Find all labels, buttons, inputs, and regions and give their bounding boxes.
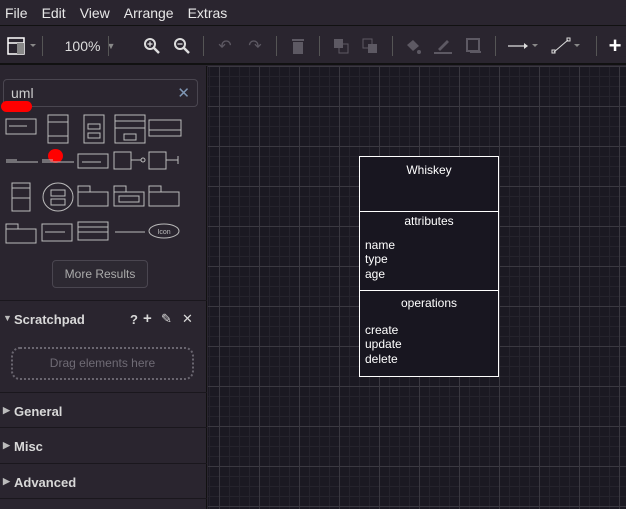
shadow-icon [466, 38, 481, 53]
svg-text:Icon: Icon [157, 229, 170, 236]
shape-thumbnail[interactable] [77, 114, 111, 144]
shape-thumbnail[interactable] [113, 182, 147, 212]
delete-button[interactable] [286, 27, 310, 65]
zoom-out-button[interactable] [170, 27, 194, 65]
attribute-item: name [365, 238, 396, 252]
line-color-button[interactable] [431, 27, 455, 65]
attributes-section[interactable]: attributes name type age [360, 211, 498, 291]
shape-thumbnail[interactable] [113, 148, 147, 178]
diagram-canvas[interactable]: Whiskey attributes name type age operati… [208, 66, 626, 509]
zoom-in-icon [144, 38, 160, 54]
panel-label: Misc [14, 439, 43, 454]
expand-icon: ▶ [3, 476, 10, 486]
add-icon[interactable]: + [143, 310, 152, 327]
menu-extras[interactable]: Extras [188, 5, 228, 21]
operations-title: operations [400, 296, 458, 310]
shape-thumbnail[interactable] [148, 114, 182, 144]
line-color-icon [434, 40, 452, 54]
zoom-select[interactable]: 100% ▼ [60, 27, 120, 65]
red-annotation-mark [1, 101, 32, 112]
to-back-button[interactable] [358, 27, 382, 65]
scratchpad-header[interactable]: ▼ Scratchpad ? + ✎ ✕ [0, 300, 207, 337]
shape-thumbnail[interactable] [41, 182, 75, 212]
zoom-level: 100% [64, 38, 101, 54]
panel-divider [0, 498, 207, 509]
shape-thumbnail[interactable] [77, 182, 111, 212]
operation-item: delete [365, 352, 398, 366]
fill-color-icon [407, 40, 421, 54]
connection-style-button[interactable] [505, 27, 541, 65]
collapse-icon: ▼ [3, 313, 12, 323]
redo-icon: ↷ [248, 38, 262, 55]
shape-thumbnail[interactable] [77, 218, 111, 248]
waypoints-button[interactable] [549, 27, 585, 65]
search-value: uml [11, 85, 34, 101]
zoom-in-button[interactable] [140, 27, 164, 65]
zoom-out-icon [174, 38, 190, 54]
format-panel-icon [7, 37, 36, 55]
shadow-button[interactable] [462, 27, 486, 65]
shape-thumbnail[interactable] [113, 218, 147, 248]
more-results-button[interactable]: More Results [52, 260, 148, 288]
shape-thumbnail[interactable] [5, 218, 39, 248]
panel-label: Advanced [14, 475, 77, 490]
operations-section[interactable]: operations create update delete [360, 290, 498, 376]
menu-bar: File Edit View Arrange Extras [0, 0, 626, 26]
shape-thumbnail[interactable] [5, 148, 39, 178]
scratchpad-drop-zone[interactable]: Drag elements here [11, 347, 194, 380]
toolbar: 100% ▼ ↶ ↷ + [0, 27, 626, 65]
panel-general[interactable]: ▶ General [0, 392, 207, 427]
fill-color-button[interactable] [401, 27, 425, 65]
redo-button[interactable]: ↷ [243, 27, 267, 65]
attribute-item: age [365, 267, 386, 281]
clear-search-icon[interactable]: ✕ [177, 84, 190, 102]
sidebar: uml ✕ Icon More Results ▼ Scratchpad ? +… [0, 66, 207, 509]
panel-label: General [14, 404, 63, 419]
panel-advanced[interactable]: ▶ Advanced [0, 463, 207, 498]
shape-thumbnail[interactable] [113, 114, 147, 144]
format-panel-button[interactable] [4, 27, 40, 65]
shape-thumbnail[interactable] [148, 148, 182, 178]
insert-button[interactable]: + [605, 27, 625, 65]
edit-icon[interactable]: ✎ [161, 311, 172, 327]
close-icon[interactable]: ✕ [182, 311, 193, 327]
shape-thumbnail[interactable] [5, 182, 39, 212]
delete-icon [292, 39, 304, 54]
menu-edit[interactable]: Edit [42, 5, 66, 21]
shape-thumbnail[interactable] [41, 114, 75, 144]
to-front-icon [334, 39, 349, 54]
undo-button[interactable]: ↶ [213, 27, 237, 65]
expand-icon: ▶ [3, 440, 10, 450]
scratchpad-title: Scratchpad [14, 312, 85, 327]
attributes-title: attributes [404, 214, 454, 228]
to-back-icon [362, 38, 377, 53]
operation-item: create [365, 323, 399, 337]
to-front-button[interactable] [329, 27, 353, 65]
panel-misc[interactable]: ▶ Misc [0, 427, 207, 463]
class-name: Whiskey [406, 163, 452, 177]
menu-arrange[interactable]: Arrange [124, 5, 174, 21]
waypoints-icon [551, 37, 580, 54]
operation-item: update [365, 337, 402, 351]
uml-class-shape[interactable]: Whiskey attributes name type age operati… [359, 156, 499, 377]
menu-file[interactable]: File [5, 5, 28, 21]
shape-thumbnail[interactable] [41, 218, 75, 248]
shape-search-input[interactable]: uml ✕ [3, 79, 198, 107]
shape-thumbnail[interactable] [148, 182, 182, 212]
help-button[interactable]: ? [130, 312, 138, 327]
menu-view[interactable]: View [80, 5, 110, 21]
insert-icon: + [608, 33, 622, 58]
shape-thumbnail[interactable] [41, 148, 75, 178]
expand-icon: ▶ [3, 405, 10, 415]
shape-thumbnail[interactable] [77, 148, 111, 178]
shape-thumbnail[interactable]: Icon [148, 218, 182, 248]
attribute-item: type [365, 252, 388, 266]
shape-thumbnail[interactable] [5, 114, 39, 144]
connection-icon [508, 43, 538, 49]
undo-icon: ↶ [218, 38, 232, 55]
